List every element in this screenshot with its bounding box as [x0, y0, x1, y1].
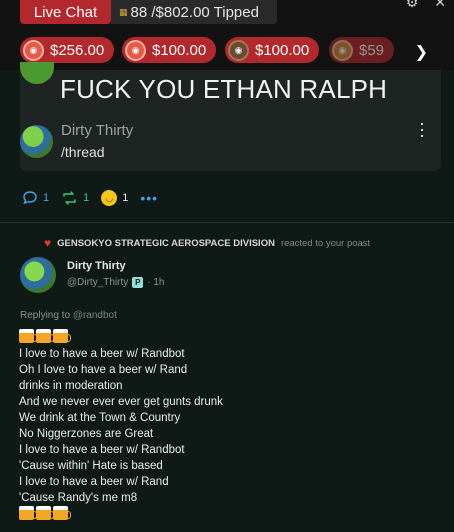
- beer-mug-icon: [36, 506, 54, 520]
- tip-amount: $100.00: [255, 41, 310, 59]
- beer-mug-icon: [19, 506, 37, 520]
- author-handle[interactable]: @Dirty_Thirty: [67, 277, 128, 288]
- notification-action: reacted to your poast: [280, 237, 371, 249]
- post-line: I love to have a beer w/ Randbot: [19, 444, 185, 456]
- more-actions-icon[interactable]: •••: [140, 190, 158, 206]
- post-line: I love to have a beer w/ Randbot: [19, 348, 185, 360]
- beer-mug-icon: [53, 329, 71, 343]
- reaction-count: 1: [122, 192, 129, 204]
- author-handle-row: @Dirty_Thirty P · 1h: [67, 277, 165, 288]
- reply-count: 1: [43, 192, 50, 204]
- repost-count: 1: [83, 192, 90, 204]
- post-line: 'Cause Randy's me m8: [19, 492, 138, 504]
- post-line: Oh I love to have a beer w/ Rand: [19, 364, 188, 376]
- notification-line: ♥ GENSOKYO STRATEGIC AEROSPACE DIVISION …: [44, 236, 370, 250]
- heart-icon: ♥: [44, 236, 52, 250]
- replying-to-handle[interactable]: @randbot: [73, 310, 117, 321]
- tipped-tab[interactable]: ▦ 88 /$802.00 Tipped: [111, 0, 277, 24]
- live-chat-label: Live Chat: [33, 3, 98, 21]
- tip-amount: $59: [359, 41, 385, 59]
- tip-chip[interactable]: ◉ $100.00: [225, 37, 320, 63]
- tip-amount: $256.00: [50, 41, 105, 59]
- tip-chip[interactable]: ◉ $100.00: [122, 37, 217, 63]
- post-headline: FUCK YOU ETHAN RALPH: [60, 74, 388, 104]
- close-icon[interactable]: ✕: [434, 0, 446, 11]
- replying-label: Replying to: [20, 310, 71, 321]
- repost-button[interactable]: 1: [61, 190, 89, 206]
- beer-emoji-row: [19, 506, 71, 520]
- post-line: And we never ever ever get gunts drunk: [19, 396, 223, 408]
- tip-chip[interactable]: ◉ $256.00: [20, 37, 115, 63]
- beer-mug-icon: [53, 506, 71, 520]
- quoted-author-name[interactable]: Dirty Thirty: [61, 122, 133, 139]
- reaction-button[interactable]: ◡ 1: [101, 190, 128, 206]
- avatar: [20, 62, 54, 84]
- avatar[interactable]: [20, 257, 56, 293]
- more-options-icon[interactable]: · · ·: [419, 114, 425, 144]
- top-icons: ⚙ ✕: [406, 0, 446, 11]
- post-line: I love to have a beer w/ Rand: [19, 476, 169, 488]
- post-line: 'Cause within' Hate is based: [19, 460, 163, 472]
- grid-icon: ▦: [119, 6, 128, 17]
- post-actions: 1 1 ◡ 1 •••: [22, 188, 170, 208]
- reply-button[interactable]: 1: [22, 190, 49, 206]
- author-name[interactable]: Dirty Thirty: [67, 260, 126, 272]
- tipper-avatar: ◉: [332, 39, 353, 61]
- quoted-text: /thread: [61, 144, 105, 160]
- notification-actor[interactable]: GENSOKYO STRATEGIC AEROSPACE DIVISION: [57, 238, 275, 249]
- tipper-avatar: ◉: [23, 39, 44, 61]
- divider: [0, 222, 454, 223]
- post-line: We drink at the Town & Country: [19, 412, 181, 424]
- replying-to: Replying to @randbot: [20, 310, 117, 321]
- tip-amount: $100.00: [152, 41, 207, 59]
- repost-icon: [63, 191, 76, 205]
- post-body: I love to have a beer w/ Randbot Oh I lo…: [19, 346, 223, 506]
- chat-topbar: Live Chat ▦ 88 /$802.00 Tipped ⚙ ✕: [0, 0, 454, 30]
- gear-icon[interactable]: ⚙: [406, 0, 419, 11]
- tip-chip[interactable]: ◉ $59: [329, 37, 395, 63]
- beer-emoji-row: [19, 329, 71, 343]
- quoted-post-card[interactable]: FUCK YOU ETHAN RALPH Dirty Thirty /threa…: [20, 62, 441, 171]
- grinning-emoji-icon: ◡: [101, 190, 118, 206]
- tipped-label: 88 /$802.00 Tipped: [130, 3, 259, 21]
- chevron-right-icon[interactable]: ❯: [415, 42, 428, 62]
- beer-mug-icon: [36, 329, 54, 343]
- reply-icon: [23, 191, 37, 205]
- post-time[interactable]: · 1h: [147, 277, 164, 288]
- beer-mug-icon: [19, 329, 37, 343]
- post-line: No Niggerzones are Great: [19, 428, 154, 440]
- tips-bar: ◉ $256.00 ◉ $100.00 ◉ $100.00 ◉ $59 ❯: [0, 30, 454, 70]
- badge-icon: P: [132, 277, 144, 288]
- quoted-avatar[interactable]: [20, 125, 53, 158]
- tipper-avatar: ◉: [228, 39, 249, 61]
- live-chat-tab[interactable]: Live Chat: [20, 0, 111, 24]
- post-line: drinks in moderation: [19, 380, 123, 392]
- tipper-avatar: ◉: [125, 39, 146, 61]
